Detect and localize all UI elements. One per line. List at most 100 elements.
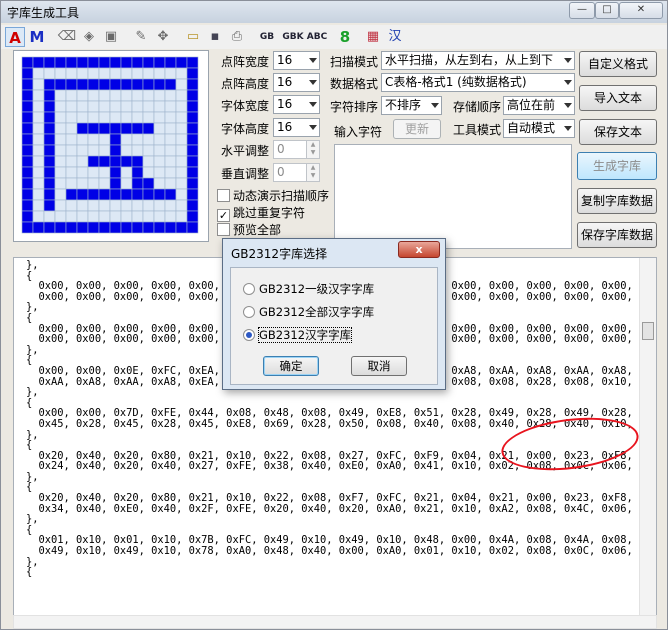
pixel-on[interactable] [186,100,199,113]
pixel-on[interactable] [153,188,166,201]
pixel-off[interactable] [32,166,45,179]
pixel-on[interactable] [65,188,78,201]
pencil-icon[interactable]: ✎ [131,27,151,47]
pixel-off[interactable] [32,144,45,157]
pixel-off[interactable] [153,111,166,124]
pixel-off[interactable] [65,111,78,124]
move-icon[interactable]: ✥ [153,27,173,47]
pixel-off[interactable] [54,122,67,135]
spinner-arrows-icon[interactable]: ▲ ▼ [306,141,319,158]
generate-font-button[interactable]: 生成字库 [577,152,657,180]
pixel-off[interactable] [54,155,67,168]
pixel-off[interactable] [109,199,122,212]
pixel-off[interactable] [98,144,111,157]
pixel-on[interactable] [131,56,144,69]
pixel-on[interactable] [21,144,34,157]
pixel-off[interactable] [164,111,177,124]
pixel-off[interactable] [43,210,56,223]
pixel-off[interactable] [32,100,45,113]
pixel-on[interactable] [164,221,177,234]
pixel-off[interactable] [120,67,133,80]
pixel-on[interactable] [43,89,56,102]
skip-duplicate-checkbox[interactable]: ✓ 跳过重复字符 [217,204,305,222]
pixel-on[interactable] [43,56,56,69]
eraser-icon[interactable]: ⌫ [57,27,77,47]
pixel-off[interactable] [164,177,177,190]
pixel-off[interactable] [153,133,166,146]
pixel-on[interactable] [21,210,34,223]
pixel-off[interactable] [98,100,111,113]
pixel-off[interactable] [98,67,111,80]
pixel-off[interactable] [175,210,188,223]
font-height-select[interactable]: 16 [273,118,320,137]
pixel-off[interactable] [164,122,177,135]
pixel-off[interactable] [32,199,45,212]
pixel-off[interactable] [175,67,188,80]
pixel-off[interactable] [153,166,166,179]
pixel-on[interactable] [76,221,89,234]
dialog-close-button[interactable]: x [398,241,440,258]
pixel-off[interactable] [32,155,45,168]
import-text-button[interactable]: 导入文本 [579,85,657,111]
pixel-on[interactable] [186,89,199,102]
pixel-on[interactable] [21,122,34,135]
pixel-off[interactable] [65,166,78,179]
pixel-on[interactable] [120,188,133,201]
pixel-off[interactable] [32,78,45,91]
pixel-off[interactable] [120,89,133,102]
pixel-off[interactable] [120,210,133,223]
pixel-off[interactable] [32,122,45,135]
pixel-off[interactable] [120,100,133,113]
pixel-on[interactable] [175,221,188,234]
pixel-off[interactable] [54,67,67,80]
pixel-on[interactable] [142,177,155,190]
pixel-off[interactable] [164,199,177,212]
pixel-on[interactable] [43,221,56,234]
pixel-on[interactable] [43,188,56,201]
pixel-off[interactable] [98,210,111,223]
pixel-on[interactable] [186,166,199,179]
pixel-off[interactable] [76,177,89,190]
pixel-on[interactable] [43,111,56,124]
pixel-on[interactable] [98,221,111,234]
pixel-off[interactable] [142,199,155,212]
grid-icon[interactable]: ▦ [363,27,383,47]
pixel-on[interactable] [109,177,122,190]
pixel-on[interactable] [120,56,133,69]
pixel-off[interactable] [54,133,67,146]
pixel-on[interactable] [142,78,155,91]
pixel-off[interactable] [87,177,100,190]
pixel-on[interactable] [98,78,111,91]
pixel-on[interactable] [76,122,89,135]
pixel-off[interactable] [65,100,78,113]
pixel-on[interactable] [120,78,133,91]
pixel-on[interactable] [21,56,34,69]
pixel-off[interactable] [120,177,133,190]
pixel-on[interactable] [65,221,78,234]
stamp-icon[interactable]: ▣ [101,27,121,47]
dot-height-select[interactable]: 16 [273,73,320,92]
pixel-off[interactable] [65,210,78,223]
pixel-on[interactable] [142,122,155,135]
radio-gb2312-level1[interactable]: GB2312一级汉字字库 [243,281,374,297]
pixel-off[interactable] [87,210,100,223]
pixel-on[interactable] [43,144,56,157]
pixel-on[interactable] [21,133,34,146]
pixel-on[interactable] [43,166,56,179]
pixel-off[interactable] [43,67,56,80]
pixel-on[interactable] [186,144,199,157]
pixel-on[interactable] [98,122,111,135]
pixel-off[interactable] [65,133,78,146]
font-width-select[interactable]: 16 [273,95,320,114]
gbk-icon[interactable]: GBK [281,27,305,47]
pixel-off[interactable] [109,67,122,80]
pixel-off[interactable] [131,144,144,157]
pixel-off[interactable] [153,199,166,212]
pixel-on[interactable] [87,155,100,168]
pixel-on[interactable] [120,221,133,234]
minimize-button[interactable]: — [569,2,595,19]
pixel-off[interactable] [65,199,78,212]
pixel-off[interactable] [87,133,100,146]
pixel-off[interactable] [131,67,144,80]
gb2312-icon[interactable]: GB [257,27,277,47]
